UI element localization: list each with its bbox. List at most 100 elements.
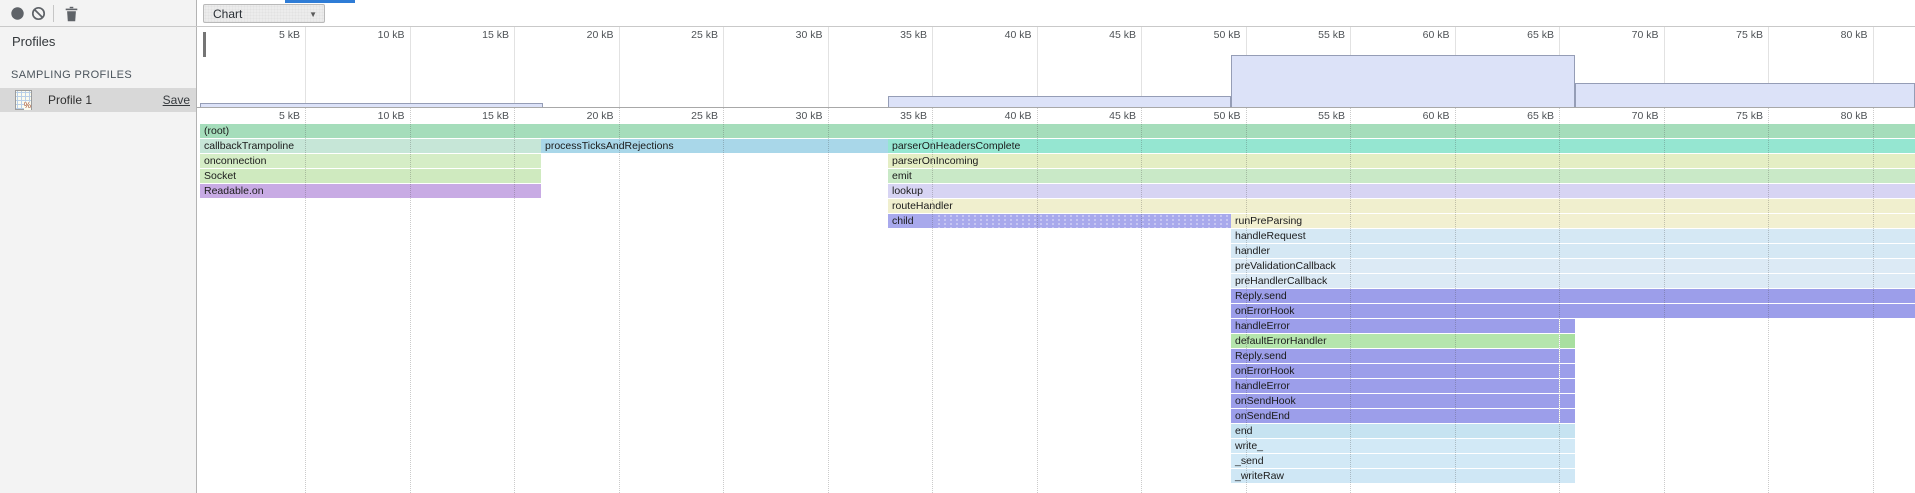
sidebar-item-profile-1[interactable]: % Profile 1 Save bbox=[0, 88, 196, 112]
flame-bar[interactable] bbox=[1560, 334, 1575, 348]
flame-bar[interactable]: handler bbox=[1231, 244, 1915, 258]
flame-tick-label: 50 kB bbox=[1165, 110, 1241, 122]
flame-bar[interactable] bbox=[1560, 394, 1575, 408]
overview-tick-label: 65 kB bbox=[1478, 29, 1554, 41]
flame-bar[interactable]: onSendHook bbox=[1231, 394, 1559, 408]
flame-bar[interactable] bbox=[1560, 409, 1575, 423]
overview-tick-label: 35 kB bbox=[851, 29, 927, 41]
flame-bar[interactable]: onSendEnd bbox=[1231, 409, 1559, 423]
overview-tick-label: 15 kB bbox=[433, 29, 509, 41]
flame-gridline bbox=[1350, 108, 1351, 493]
flame-bar[interactable]: child bbox=[888, 214, 1231, 228]
flame-tick-label: 60 kB bbox=[1374, 110, 1450, 122]
flame-tick-label: 15 kB bbox=[433, 110, 509, 122]
flame-tick-label: 20 kB bbox=[538, 110, 614, 122]
flame-bar[interactable]: Reply.send bbox=[1231, 349, 1559, 363]
flame-bar[interactable]: onErrorHook bbox=[1231, 364, 1559, 378]
flame-bar[interactable]: preHandlerCallback bbox=[1231, 274, 1915, 288]
overview-gridline bbox=[514, 27, 515, 108]
flame-bar[interactable]: onErrorHook bbox=[1231, 304, 1915, 318]
overview-tick-label: 55 kB bbox=[1269, 29, 1345, 41]
flame-bar[interactable]: routeHandler bbox=[888, 199, 1915, 213]
flame-bar[interactable] bbox=[1560, 319, 1575, 333]
overview-tick-label: 20 kB bbox=[538, 29, 614, 41]
record-icon[interactable] bbox=[10, 6, 25, 21]
overview-gridline bbox=[828, 27, 829, 108]
flame-bar[interactable]: handleError bbox=[1231, 319, 1559, 333]
overview-gridline bbox=[619, 27, 620, 108]
flame-gridline bbox=[1873, 108, 1874, 493]
flame-tick-label: 5 kB bbox=[224, 110, 300, 122]
flame-tick-label: 55 kB bbox=[1269, 110, 1345, 122]
toolbar-left-section bbox=[0, 0, 197, 26]
overview-gridline bbox=[305, 27, 306, 108]
flame-tick-label: 70 kB bbox=[1583, 110, 1659, 122]
flame-bar[interactable] bbox=[1560, 364, 1575, 378]
overview-tick-label: 80 kB bbox=[1792, 29, 1868, 41]
overview-gridline bbox=[723, 27, 724, 108]
minimized-allocation-pattern bbox=[936, 214, 1231, 228]
overview-tick-label: 5 kB bbox=[224, 29, 300, 41]
clear-icon[interactable] bbox=[31, 6, 46, 21]
overview-tick-label: 50 kB bbox=[1165, 29, 1241, 41]
flame-gridline bbox=[1664, 108, 1665, 493]
flame-bar[interactable]: processTicksAndRejections bbox=[541, 139, 888, 153]
flame-gridline bbox=[1559, 108, 1560, 493]
flame-bar[interactable]: runPreParsing bbox=[1231, 214, 1915, 228]
flame-bar[interactable]: handleError bbox=[1231, 379, 1559, 393]
flame-bar[interactable]: callbackTrampoline bbox=[200, 139, 541, 153]
flame-bar[interactable]: onconnection bbox=[200, 154, 541, 168]
sidebar: Profiles SAMPLING PROFILES % Profile 1 S… bbox=[0, 27, 197, 493]
flame-bar[interactable]: parserOnIncoming bbox=[888, 154, 1915, 168]
flame-gridline bbox=[1141, 108, 1142, 493]
flame-bar[interactable] bbox=[1560, 349, 1575, 363]
flame-gridline bbox=[514, 108, 515, 493]
flame-bar[interactable]: _send bbox=[1231, 454, 1575, 468]
sampling-profiles-section-label: SAMPLING PROFILES bbox=[11, 69, 132, 81]
flame-bar[interactable]: preValidationCallback bbox=[1231, 259, 1915, 273]
flame-bar[interactable]: handleRequest bbox=[1231, 229, 1915, 243]
flame-bar[interactable]: _writeRaw bbox=[1231, 469, 1575, 483]
flame-gridline bbox=[723, 108, 724, 493]
flame-bar[interactable]: Readable.on bbox=[200, 184, 541, 198]
flame-tick-label: 75 kB bbox=[1687, 110, 1763, 122]
flame-tick-label: 80 kB bbox=[1792, 110, 1868, 122]
toolbar-separator bbox=[53, 5, 54, 22]
flame-gridline bbox=[1455, 108, 1456, 493]
flame-tick-label: 30 kB bbox=[747, 110, 823, 122]
flame-bar[interactable]: Reply.send bbox=[1231, 289, 1915, 303]
flame-bar[interactable]: (root) bbox=[200, 124, 1915, 138]
flame-tick-label: 10 kB bbox=[329, 110, 405, 122]
sidebar-title: Profiles bbox=[12, 34, 55, 49]
overview-area-segment bbox=[1575, 83, 1915, 108]
overview-tick-label: 45 kB bbox=[1060, 29, 1136, 41]
flame-bar[interactable]: lookup bbox=[888, 184, 1915, 198]
flame-gridline bbox=[1768, 108, 1769, 493]
flame-tick-label: 35 kB bbox=[851, 110, 927, 122]
save-profile-link[interactable]: Save bbox=[163, 93, 190, 107]
flame-gridline bbox=[619, 108, 620, 493]
flame-gridline bbox=[1246, 108, 1247, 493]
flame-gridline bbox=[305, 108, 306, 493]
flame-bar[interactable]: emit bbox=[888, 169, 1915, 183]
overview-tick-label: 60 kB bbox=[1374, 29, 1450, 41]
flame-gridline bbox=[828, 108, 829, 493]
trash-icon[interactable] bbox=[64, 6, 79, 21]
overview-left-drag-handle[interactable] bbox=[203, 32, 206, 57]
overview-tick-label: 40 kB bbox=[956, 29, 1032, 41]
overview-tick-label: 75 kB bbox=[1687, 29, 1763, 41]
flame-bar[interactable] bbox=[1560, 379, 1575, 393]
active-tab-indicator bbox=[285, 0, 355, 3]
view-mode-select[interactable]: Chart ▼ bbox=[203, 4, 325, 23]
flame-bar[interactable]: defaultErrorHandler bbox=[1231, 334, 1559, 348]
flame-bar[interactable]: end bbox=[1231, 424, 1575, 438]
flame-bar[interactable]: write_ bbox=[1231, 439, 1575, 453]
overview-area-segment bbox=[1231, 55, 1575, 108]
flame-bar[interactable]: Socket bbox=[200, 169, 541, 183]
heap-profile-icon: % bbox=[15, 90, 32, 110]
flame-bar[interactable]: parserOnHeadersComplete bbox=[888, 139, 1915, 153]
flame-tick-label: 45 kB bbox=[1060, 110, 1136, 122]
flame-gridline bbox=[1037, 108, 1038, 493]
flame-gridline bbox=[932, 108, 933, 493]
dropdown-arrow-icon: ▼ bbox=[309, 10, 317, 19]
